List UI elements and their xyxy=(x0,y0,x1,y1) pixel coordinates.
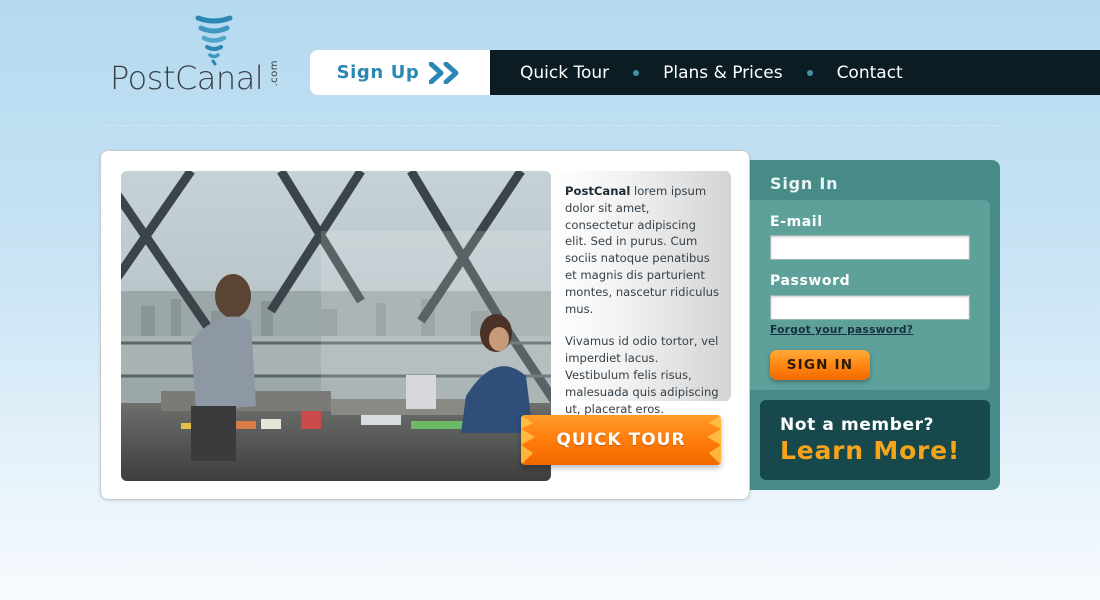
intro-text-1: lorem ipsum dolor sit amet, consectetur … xyxy=(565,184,720,316)
email-field[interactable] xyxy=(770,235,970,260)
logo-wordmark: PostCanal xyxy=(110,59,264,97)
password-field[interactable] xyxy=(770,295,970,320)
logo-domain-suffix: .com xyxy=(269,60,280,87)
intro-brand: PostCanal xyxy=(565,184,631,198)
signup-button[interactable]: Sign Up xyxy=(310,50,490,95)
header-divider xyxy=(100,125,1000,126)
quick-tour-label: QUICK TOUR xyxy=(556,430,686,450)
learn-more-link[interactable]: Learn More! xyxy=(780,436,960,465)
intro-paragraph-2: Vivamus id odio tortor, vel imperdiet la… xyxy=(565,334,719,416)
quick-tour-button[interactable]: QUICK TOUR xyxy=(521,415,721,465)
signup-label: Sign Up xyxy=(336,62,420,83)
hero-photo xyxy=(121,171,551,481)
signin-button[interactable]: SIGN IN xyxy=(770,350,870,380)
nav-link-quick-tour[interactable]: Quick Tour xyxy=(520,63,609,83)
hero-card: PostCanal lorem ipsum dolor sit amet, co… xyxy=(100,150,750,500)
not-member-text: Not a member? xyxy=(780,415,935,435)
learn-more-banner[interactable]: Not a member? Learn More! xyxy=(760,400,990,480)
nav-link-contact[interactable]: Contact xyxy=(837,63,903,83)
signin-panel: Sign In E-mail Password Forgot your pass… xyxy=(750,160,1000,490)
nav-separator xyxy=(633,69,640,76)
signin-title: Sign In xyxy=(770,174,839,193)
intro-blurb: PostCanal lorem ipsum dolor sit amet, co… xyxy=(551,171,731,416)
main-nav: Quick Tour Plans & Prices Contact xyxy=(490,50,1100,95)
email-label: E-mail xyxy=(770,214,823,230)
forgot-password-link[interactable]: Forgot your password? xyxy=(770,324,913,336)
password-label: Password xyxy=(770,273,851,289)
nav-separator xyxy=(806,69,813,76)
double-chevron-right-icon xyxy=(429,61,459,84)
nav-link-plans-prices[interactable]: Plans & Prices xyxy=(663,63,782,83)
site-logo[interactable]: PostCanal .com xyxy=(110,14,290,94)
intro-paragraph-1: PostCanal lorem ipsum dolor sit amet, co… xyxy=(565,183,721,317)
signin-form: E-mail Password Forgot your password? SI… xyxy=(750,200,990,390)
